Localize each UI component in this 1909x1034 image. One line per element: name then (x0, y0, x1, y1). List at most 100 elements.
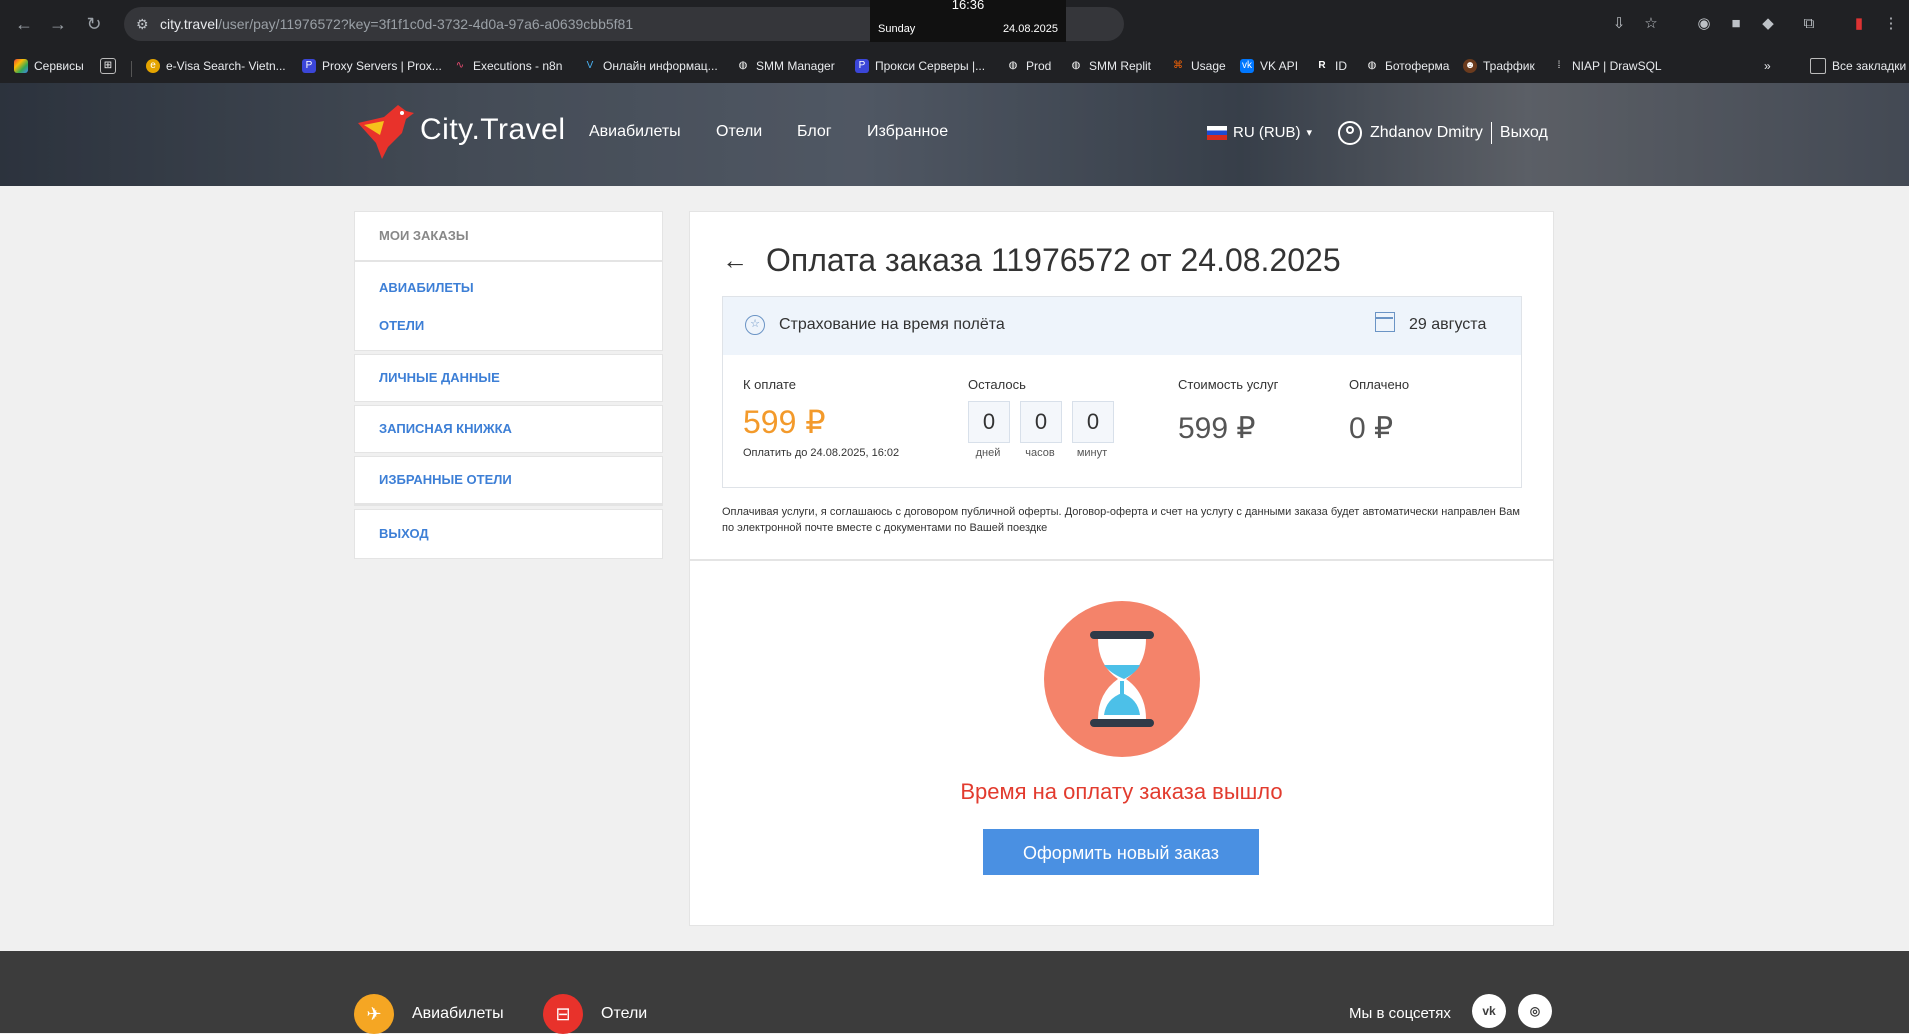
order-summary: ☆ Страхование на время полёта 29 августа… (722, 296, 1522, 488)
sidebar-item-exit[interactable]: ВЫХОД (355, 510, 662, 558)
bookmark-usage[interactable]: ⌘ Usage (1171, 57, 1226, 75)
clock-day: Sunday (878, 23, 916, 35)
offer-text: Оплачивая услуги, я соглашаюсь с договор… (722, 506, 1520, 534)
bookmark-proxy-servers[interactable]: P Proxy Servers | Prox... (302, 57, 442, 75)
site-header: City.Travel Авиабилеты Отели Блог Избран… (0, 83, 1909, 186)
bookmark-prod[interactable]: ◍ Prod (1006, 57, 1052, 75)
footer-hotels[interactable]: ⊟ Отели (543, 994, 647, 1034)
sidebar-exit-group: ВЫХОД (354, 509, 663, 559)
forward-arrow-icon[interactable]: → (48, 14, 68, 34)
extensions-puzzle-icon[interactable]: ⧉ (1800, 15, 1818, 33)
nav-hotels[interactable]: Отели (716, 123, 762, 141)
footer-flights[interactable]: ✈ Авиабилеты (354, 994, 504, 1034)
bird-logo-icon (358, 105, 414, 159)
extension-icon-blue[interactable]: ■ (1727, 15, 1745, 33)
profile-icon[interactable]: ▮ (1850, 15, 1868, 33)
bookmark-botofarm[interactable]: ◍ Ботоферма (1365, 57, 1450, 75)
install-app-icon[interactable]: ⇩ (1610, 15, 1628, 33)
system-clock: 16:36 Sunday 24.08.2025 (870, 0, 1066, 42)
user-name[interactable]: Zhdanov Dmitry (1370, 124, 1483, 142)
menu-dots-icon[interactable]: ⋮ (1882, 15, 1900, 33)
nav-flights[interactable]: Авиабилеты (589, 123, 681, 141)
russia-flag-icon (1207, 125, 1227, 140)
account-sidebar: МОИ ЗАКАЗЫ АВИАБИЛЕТЫ ОТЕЛИ ЛИЧНЫЕ ДАННЫ… (354, 211, 663, 562)
sidebar-item-fav-hotels[interactable]: ИЗБРАННЫЕ ОТЕЛИ (355, 457, 662, 503)
expired-message: Время на оплату заказа вышло (960, 779, 1283, 804)
bookmark-smm-manager[interactable]: ◍ SMM Manager (736, 57, 835, 75)
paid-label: Оплачено (1349, 377, 1410, 392)
nav-favorites[interactable]: Избранное (867, 123, 948, 141)
city-travel-logo[interactable]: City.Travel (354, 103, 566, 159)
sidebar-item-personal[interactable]: ЛИЧНЫЕ ДАННЫЕ (355, 355, 662, 401)
bookmark-online-info[interactable]: V Онлайн информац... (583, 57, 718, 75)
instagram-icon[interactable]: ◎ (1518, 994, 1552, 1028)
bookmark-smm-replit[interactable]: ◍ SMM Replit (1069, 57, 1151, 75)
replit-icon: ⌘ (1173, 60, 1183, 71)
evisa-icon: e (146, 59, 160, 73)
page-title: Оплата заказа 11976572 от 24.08.2025 (766, 242, 1341, 278)
v-icon: V (586, 60, 594, 71)
sidebar-item-notebook[interactable]: ЗАПИСНАЯ КНИЖКА (355, 406, 662, 452)
bookmark-star-icon[interactable]: ☆ (1642, 15, 1660, 33)
url-text[interactable]: city.travel/user/pay/11976572?key=3f1f1c… (160, 16, 633, 32)
to-pay-label: К оплате (743, 377, 797, 392)
section-divider (690, 559, 1553, 561)
new-order-button[interactable]: Оформить новый заказ (983, 829, 1259, 875)
bookmark-divider (131, 61, 132, 77)
globe-icon: ◍ (1071, 60, 1081, 71)
camera-extension-icon[interactable]: ◉ (1695, 15, 1713, 33)
bookmark-traffic[interactable]: ☻ Траффик (1463, 57, 1535, 75)
calendar-icon (1375, 312, 1395, 332)
bookmark-evisa[interactable]: e e-Visa Search- Vietn... (146, 57, 286, 75)
site-settings-icon[interactable]: ⚙ (136, 16, 152, 32)
bookmark-drawsql[interactable]: ⁞ NIAP | DrawSQL (1552, 57, 1662, 75)
clock-time: 16:36 (951, 0, 985, 12)
logo-text: City.Travel (420, 113, 566, 146)
vk-icon: vk (1240, 59, 1254, 73)
browser-toolbar: ← → ↻ ⚙ city.travel/user/pay/11976572?ke… (0, 0, 1909, 48)
all-bookmarks[interactable]: Все закладки (1810, 57, 1906, 75)
sidebar-my-orders[interactable]: МОИ ЗАКАЗЫ (355, 212, 662, 262)
site-footer: ✈ Авиабилеты ⊟ Отели Мы в соцсетях vk ◎ (0, 951, 1909, 1034)
clock-date: 24.08.2025 (1002, 23, 1058, 35)
vk-icon[interactable]: vk (1472, 994, 1506, 1028)
nav-blog[interactable]: Блог (797, 123, 832, 141)
bookmarks-bar: Сервисы ⊞ e e-Visa Search- Vietn... P Prox… (0, 48, 1909, 84)
social-label: Мы в соцсетях (1349, 1005, 1451, 1022)
divider (1490, 122, 1492, 144)
user-avatar-icon[interactable] (1338, 121, 1362, 145)
bookmark-services[interactable]: Сервисы (14, 57, 84, 75)
hourglass-icon (1044, 601, 1200, 757)
paid-amount: 0 ₽ (1349, 412, 1394, 445)
more-bookmarks-icon[interactable]: » (1764, 57, 1771, 75)
sidebar-personal-group: ЛИЧНЫЕ ДАННЫЕ (354, 354, 663, 402)
minutes-counter: 0 (1072, 401, 1114, 443)
language-selector[interactable]: RU (RUB) ▾ (1207, 124, 1312, 141)
bookmark-id[interactable]: R ID (1315, 57, 1347, 75)
bookmark-n8n[interactable]: ∿ Executions - n8n (453, 57, 563, 75)
grid-icon: ⊞ (100, 58, 116, 74)
traffic-icon: ☻ (1463, 59, 1477, 73)
proxy-icon: P (302, 59, 316, 73)
sidebar-item-flights[interactable]: АВИАБИЛЕТЫ (355, 262, 662, 300)
reload-icon[interactable]: ↻ (84, 14, 104, 34)
footer-hotels-label: Отели (601, 1005, 648, 1022)
days-label: дней (975, 447, 1001, 459)
footer-flights-label: Авиабилеты (412, 1005, 504, 1022)
insurance-label: Страхование на время полёта (779, 316, 1005, 333)
sidebar-item-hotels[interactable]: ОТЕЛИ (355, 300, 662, 350)
title-row: ← Оплата заказа 11976572 от 24.08.2025 (722, 242, 1341, 279)
payment-card: ← Оплата заказа 11976572 от 24.08.2025 ☆… (689, 211, 1554, 926)
days-counter: 0 (968, 401, 1010, 443)
logout-link[interactable]: Выход (1500, 124, 1548, 142)
globe-icon: ◍ (1367, 60, 1377, 71)
service-row: ☆ Страхование на время полёта 29 августа (723, 297, 1521, 355)
to-pay-amount: 599 ₽ (743, 404, 826, 440)
bed-icon: ⊟ (543, 994, 583, 1034)
back-arrow-icon[interactable]: ← (14, 14, 34, 34)
back-arrow-icon[interactable]: ← (722, 245, 748, 276)
tab-groups-icon[interactable]: ⊞ (100, 57, 116, 75)
bookmark-vk-api[interactable]: vk VK API (1240, 57, 1298, 75)
extension-icon-gradient[interactable]: ◆ (1759, 15, 1777, 33)
bookmark-proxy-ru[interactable]: P Прокси Серверы |... (855, 57, 985, 75)
